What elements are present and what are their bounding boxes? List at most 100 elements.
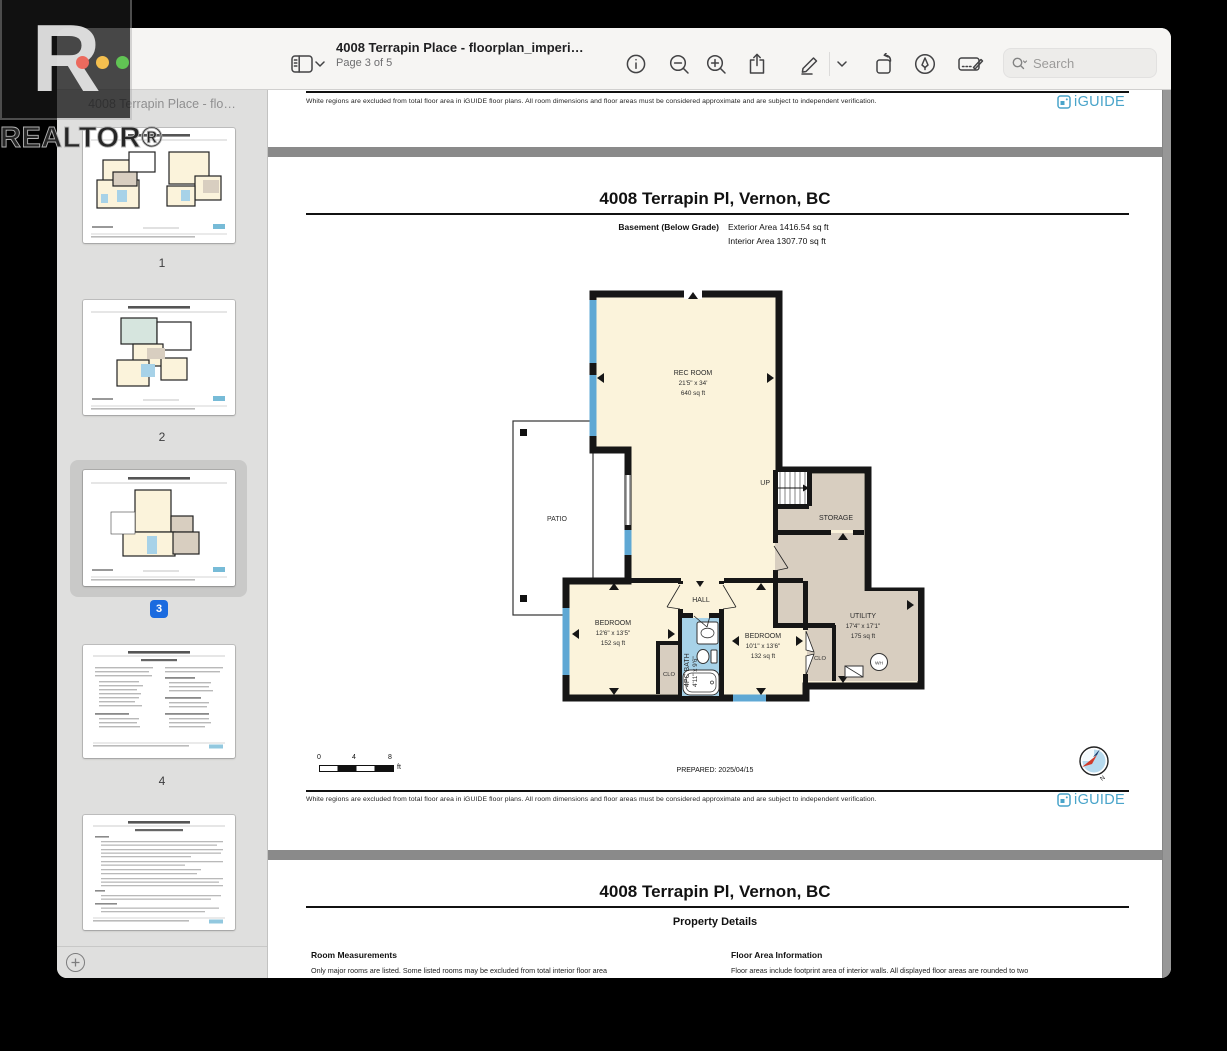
search-field[interactable] bbox=[1003, 48, 1157, 78]
iguide-wordmark: iGUIDE bbox=[1074, 94, 1125, 110]
floorplan-basement: PATIO UP 4PC BATH 4'11" x 9'6" WH REC RO… bbox=[512, 290, 925, 702]
page2-footer-rule bbox=[306, 91, 1129, 93]
bedroom-right-label: BEDROOM bbox=[745, 633, 781, 640]
storage-label: STORAGE bbox=[819, 515, 853, 522]
add-page-button[interactable] bbox=[66, 953, 85, 972]
document-title: 4008 Terrapin Place - floorplan_imperi… bbox=[336, 40, 584, 55]
toilet-tank bbox=[710, 649, 718, 664]
preview-window: 4008 Terrapin Place - floorplan_imperi… … bbox=[57, 28, 1171, 978]
page-thumbnail-4[interactable] bbox=[83, 645, 235, 758]
vertical-scrollbar[interactable] bbox=[1162, 90, 1171, 978]
page-number-4: 4 bbox=[158, 774, 166, 788]
closet-left bbox=[660, 645, 678, 694]
share-icon bbox=[749, 53, 765, 74]
thumbnail-3-preview bbox=[91, 477, 227, 581]
page-thumbnail-2[interactable] bbox=[83, 300, 235, 415]
svg-text:21'5" x 34': 21'5" x 34' bbox=[679, 380, 708, 387]
bedroom-left-label: BEDROOM bbox=[595, 620, 631, 627]
page3-footer-rule bbox=[306, 790, 1129, 792]
document-title-block: 4008 Terrapin Place - floorplan_imperi… … bbox=[336, 40, 666, 69]
rotate-icon bbox=[876, 53, 892, 74]
pen-nib-circle-icon bbox=[914, 53, 936, 75]
page-number-3-selected-badge: 3 bbox=[150, 600, 168, 618]
window-controls bbox=[76, 56, 129, 69]
zoom-window-button[interactable] bbox=[116, 56, 129, 69]
svg-text:132 sq ft: 132 sq ft bbox=[751, 653, 775, 660]
bath-dims: 4'11" x 9'6" bbox=[692, 656, 699, 687]
rec-room-label: REC ROOM bbox=[674, 370, 713, 377]
svg-text:152 sq ft: 152 sq ft bbox=[601, 640, 625, 647]
sidebar-toggle-button[interactable] bbox=[289, 51, 315, 77]
markup-button[interactable] bbox=[797, 51, 823, 77]
search-input[interactable] bbox=[1031, 54, 1135, 72]
iguide-icon bbox=[1057, 793, 1071, 807]
prepared-date: PREPARED: 2025/04/15 bbox=[676, 767, 754, 774]
iguide-icon bbox=[1057, 95, 1071, 109]
exterior-area: Exterior Area 1416.54 sq ft bbox=[728, 222, 829, 232]
interior-area: Interior Area 1307.70 sq ft bbox=[728, 236, 826, 246]
compass-icon: N bbox=[1079, 746, 1109, 783]
zoom-in-icon bbox=[706, 54, 726, 74]
zoom-out-icon bbox=[669, 54, 689, 74]
svg-text:17'4" x 17'1": 17'4" x 17'1" bbox=[846, 623, 881, 630]
patio-label: PATIO bbox=[547, 516, 568, 523]
page-number-2: 2 bbox=[158, 430, 166, 444]
utility-label: UTILITY bbox=[850, 613, 876, 620]
page4-title: 4008 Terrapin Pl, Vernon, BC bbox=[599, 882, 831, 901]
toolbar: 4008 Terrapin Place - floorplan_imperi… … bbox=[57, 28, 1171, 90]
page3-disclaimer: White regions are excluded from total fl… bbox=[306, 796, 877, 803]
minimize-button[interactable] bbox=[96, 56, 109, 69]
page2-disclaimer: White regions are excluded from total fl… bbox=[306, 98, 877, 105]
floor-label: Basement (Below Grade) bbox=[618, 222, 719, 232]
iguide-logo: iGUIDE bbox=[1057, 792, 1125, 808]
page-indicator: Page 3 of 5 bbox=[336, 57, 393, 69]
page-thumbnail-3[interactable] bbox=[83, 470, 235, 586]
compass-n-label: N bbox=[1100, 775, 1107, 782]
document-view[interactable]: White regions are excluded from total fl… bbox=[267, 90, 1162, 978]
close-button[interactable] bbox=[76, 56, 89, 69]
iguide-wordmark: iGUIDE bbox=[1074, 792, 1125, 808]
stairs-up-label: UP bbox=[760, 480, 770, 487]
page-thumbnail-5[interactable] bbox=[83, 815, 235, 930]
info-button[interactable] bbox=[623, 51, 649, 77]
page4-title-rule bbox=[306, 906, 1129, 908]
floor-area-heading: Floor Area Information bbox=[731, 950, 823, 960]
chevron-down-icon bbox=[315, 61, 325, 67]
realtor-wordmark: REALTOR® bbox=[0, 122, 163, 155]
page-separator bbox=[268, 147, 1162, 157]
property-details-heading: Property Details bbox=[672, 916, 758, 928]
thumbnail-2-preview bbox=[91, 306, 227, 410]
room-measurements-body: Only major rooms are listed. Some listed… bbox=[311, 966, 608, 975]
page3-title: 4008 Terrapin Pl, Vernon, BC bbox=[599, 189, 831, 208]
svg-text:175 sq ft: 175 sq ft bbox=[851, 633, 875, 640]
zoom-out-button[interactable] bbox=[666, 51, 692, 77]
rotate-left-button[interactable] bbox=[872, 51, 898, 77]
page3-title-rule bbox=[306, 213, 1129, 215]
thumbnail-sidebar: 4008 Terrapin Place - flo… 1 2 3 4 bbox=[57, 90, 267, 978]
closet-right-label: CLO bbox=[814, 656, 826, 662]
markup-options-chevron[interactable] bbox=[835, 51, 849, 77]
plus-icon bbox=[71, 958, 80, 967]
toolbar-divider bbox=[829, 52, 830, 76]
page-number-1: 1 bbox=[158, 256, 166, 270]
iguide-logo: iGUIDE bbox=[1057, 94, 1125, 110]
thumbnail-4-preview bbox=[93, 651, 225, 749]
svg-text:640 sq ft: 640 sq ft bbox=[681, 390, 705, 397]
annotate-pen-button[interactable] bbox=[912, 51, 938, 77]
closet-left-label: CLO bbox=[663, 672, 675, 678]
sidebar-footer bbox=[57, 946, 267, 978]
hall-label: HALL bbox=[692, 597, 710, 604]
sidebar-mode-chevron[interactable] bbox=[313, 51, 327, 77]
share-button[interactable] bbox=[744, 51, 770, 77]
zoom-in-button[interactable] bbox=[703, 51, 729, 77]
sidebar-icon bbox=[291, 55, 313, 73]
fill-sign-button[interactable] bbox=[956, 51, 986, 77]
signature-icon bbox=[958, 57, 984, 71]
search-icon bbox=[1012, 57, 1027, 69]
svg-text:12'6" x 13'5": 12'6" x 13'5" bbox=[596, 630, 631, 637]
room-measurements-heading: Room Measurements bbox=[311, 950, 397, 960]
pencil-icon bbox=[801, 57, 818, 75]
bath-label: 4PC BATH bbox=[684, 653, 691, 687]
floor-area-body: Floor areas include footprint area of in… bbox=[731, 966, 1029, 975]
page-separator bbox=[268, 850, 1162, 860]
